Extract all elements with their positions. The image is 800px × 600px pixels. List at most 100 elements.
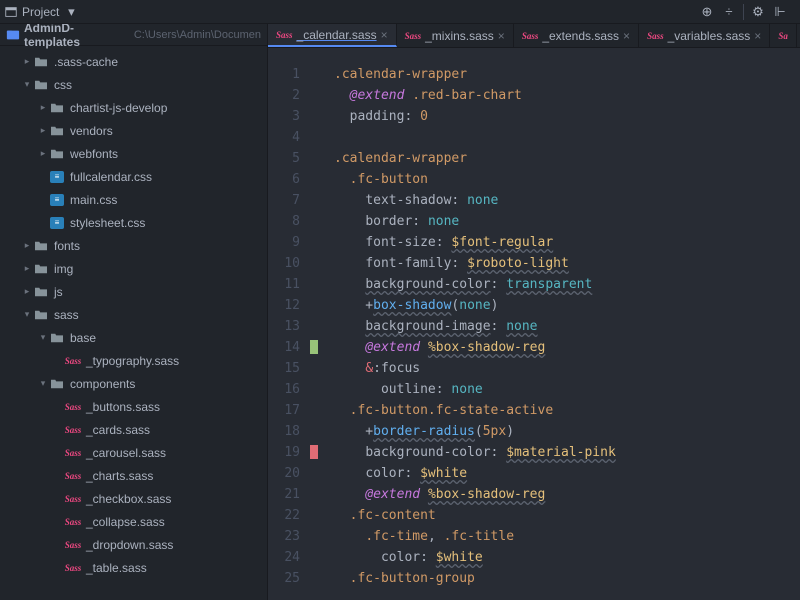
tree-item--charts-sass[interactable]: Sass_charts.sass (0, 464, 267, 487)
split-icon[interactable]: ÷ (721, 4, 737, 20)
project-header[interactable]: AdminD-templates C:\Users\Admin\Documen (0, 24, 267, 46)
tree-item-components[interactable]: ▾components (0, 372, 267, 395)
tree-item-label: _collapse.sass (86, 515, 165, 529)
line-number: 13 (268, 316, 300, 337)
code-line (334, 127, 800, 148)
code-line: font-family: $roboto-light (334, 253, 800, 274)
code-editor[interactable]: 1234567891011121314151617181920212223242… (268, 48, 800, 600)
tree-item-label: components (70, 377, 135, 391)
folder-icon (50, 102, 64, 114)
line-number: 14 (268, 337, 300, 358)
line-number: 18 (268, 421, 300, 442)
tree-item--sass-cache[interactable]: ▸.sass-cache (0, 50, 267, 73)
code-line: .fc-content (334, 505, 800, 526)
tree-item--dropdown-sass[interactable]: Sass_dropdown.sass (0, 533, 267, 556)
folder-icon (34, 263, 48, 275)
tree-item-vendors[interactable]: ▸vendors (0, 119, 267, 142)
tree-item-webfonts[interactable]: ▸webfonts (0, 142, 267, 165)
chevron-right-icon: ▸ (38, 126, 48, 136)
tree-item-label: _typography.sass (86, 354, 179, 368)
tab-label: _extends.sass (542, 29, 619, 43)
tree-item--carousel-sass[interactable]: Sass_carousel.sass (0, 441, 267, 464)
chevron-right-icon: ▸ (38, 149, 48, 159)
tab--extends-sass[interactable]: Sass_extends.sass × (514, 24, 639, 47)
target-icon[interactable]: ⊕ (699, 4, 715, 20)
project-root-icon (6, 28, 20, 42)
tree-item-label: chartist-js-develop (70, 101, 167, 115)
tree-item-sass[interactable]: ▾sass (0, 303, 267, 326)
close-icon[interactable]: × (754, 29, 761, 43)
tab--calendar-sass[interactable]: Sass_calendar.sass× (268, 24, 397, 47)
code-line: .fc-button (334, 169, 800, 190)
tree-item-main-css[interactable]: ≡ main.css (0, 188, 267, 211)
tab--variables-sass[interactable]: Sass_variables.sass× (639, 24, 770, 47)
css-file-icon: ≡ (50, 216, 64, 230)
project-toolbar: Project ▾ ⊕ ÷ ⚙ ⊩ (0, 0, 800, 24)
sass-file-icon: Sass (66, 561, 80, 575)
close-icon[interactable]: × (381, 28, 388, 42)
tree-item--buttons-sass[interactable]: Sass _buttons.sass (0, 395, 267, 418)
code-content: .calendar-wrapper @extend .red-bar-chart… (322, 64, 800, 600)
tab--mixins-sass[interactable]: Sass_mixins.sass× (397, 24, 514, 47)
tree-item-base[interactable]: ▾base (0, 326, 267, 349)
close-icon[interactable]: × (623, 29, 630, 43)
sass-file-icon: Sass (522, 31, 539, 41)
tree-item-fullcalendar-css[interactable]: ≡ fullcalendar.css (0, 165, 267, 188)
tree-item--table-sass[interactable]: Sass _table.sass (0, 556, 267, 579)
css-file-icon: ≡ (50, 193, 64, 207)
tree-item-chartist-js-develop[interactable]: ▸ chartist-js-develop (0, 96, 267, 119)
tree-item-label: js (54, 285, 63, 299)
code-line: color: $white (334, 547, 800, 568)
project-label: Project (22, 5, 59, 19)
tree-item-label: .sass-cache (54, 55, 118, 69)
project-name: AdminD-templates (24, 24, 130, 49)
tree-item-label: img (54, 262, 73, 276)
tree-item-css[interactable]: ▾css (0, 73, 267, 96)
code-line: .fc-time, .fc-title (334, 526, 800, 547)
code-line: .calendar-wrapper (334, 64, 800, 85)
tree-item-label: _charts.sass (86, 469, 153, 483)
close-icon[interactable]: × (498, 29, 505, 43)
gear-icon[interactable]: ⚙ (750, 4, 766, 20)
tree-item--checkbox-sass[interactable]: Sass_checkbox.sass (0, 487, 267, 510)
project-path: C:\Users\Admin\Documen (134, 29, 261, 41)
tree-item-js[interactable]: ▸js (0, 280, 267, 303)
tree-item--cards-sass[interactable]: Sass_cards.sass (0, 418, 267, 441)
tab-truncated[interactable]: Sa (770, 24, 797, 47)
change-mark (310, 445, 318, 459)
tree-item-label: stylesheet.css (70, 216, 145, 230)
tree-item-img[interactable]: ▸img (0, 257, 267, 280)
chevron-right-icon: ▸ (38, 103, 48, 113)
line-number: 2 (268, 85, 300, 106)
dropdown-icon[interactable]: ▾ (63, 4, 79, 20)
code-line: border: none (334, 211, 800, 232)
editor-tabs: Sass_calendar.sass×Sass_mixins.sass×Sass… (268, 24, 800, 48)
code-line: text-shadow: none (334, 190, 800, 211)
tree-item-label: _table.sass (86, 561, 147, 575)
line-number: 8 (268, 211, 300, 232)
sass-file-icon: Sass (405, 31, 422, 41)
line-number: 6 (268, 169, 300, 190)
chevron-down-icon: ▾ (22, 80, 32, 90)
sass-file-icon: Sass (66, 354, 80, 368)
tree-item-label: main.css (70, 193, 117, 207)
line-number: 11 (268, 274, 300, 295)
tree-item-label: fullcalendar.css (70, 170, 152, 184)
tree-item-fonts[interactable]: ▸fonts (0, 234, 267, 257)
collapse-icon[interactable]: ⊩ (772, 4, 788, 20)
sass-file-icon: Sass (66, 400, 80, 414)
change-marks (310, 64, 322, 600)
folder-icon (34, 240, 48, 252)
tree-item-label: _carousel.sass (86, 446, 166, 460)
code-line: padding: 0 (334, 106, 800, 127)
line-number: 15 (268, 358, 300, 379)
line-number: 25 (268, 568, 300, 589)
tree-item-stylesheet-css[interactable]: ≡ stylesheet.css (0, 211, 267, 234)
tree-item--collapse-sass[interactable]: Sass_collapse.sass (0, 510, 267, 533)
tree-item--typography-sass[interactable]: Sass _typography.sass (0, 349, 267, 372)
code-line: +box-shadow(none) (334, 295, 800, 316)
folder-icon (34, 56, 48, 68)
css-file-icon: ≡ (50, 170, 64, 184)
code-line: @extend .red-bar-chart (334, 85, 800, 106)
tree-item-label: _buttons.sass (86, 400, 160, 414)
